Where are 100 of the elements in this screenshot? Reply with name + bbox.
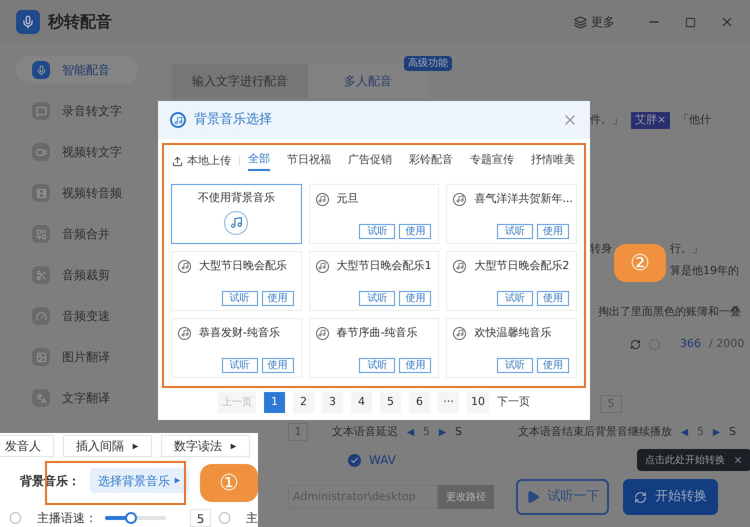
use-button[interactable]: 使用: [399, 291, 432, 306]
listen-button[interactable]: 试听: [359, 358, 396, 373]
editor-text: 件。」: [590, 112, 623, 128]
radio-button[interactable]: [10, 512, 21, 524]
music-card[interactable]: 欢快温馨纯音乐 试听 使用: [446, 318, 577, 378]
tail-unit: S: [728, 424, 736, 440]
more-button[interactable]: 更多: [574, 13, 615, 31]
change-path-button[interactable]: 更改路径: [438, 485, 494, 509]
mode-tab[interactable]: 输入文字进行配音: [172, 64, 308, 98]
category-tab[interactable]: 全部: [248, 150, 270, 172]
page-button[interactable]: 10: [467, 392, 489, 413]
sidebar-item[interactable]: 文字翻译: [16, 384, 138, 412]
listen-button[interactable]: 试听: [222, 358, 258, 373]
listen-button[interactable]: 试听: [497, 358, 533, 373]
toolbar-button[interactable]: 插入间隔: [63, 435, 152, 457]
listen-button[interactable]: 试听: [359, 224, 396, 239]
speed-slider[interactable]: [104, 512, 166, 524]
editor-text: 掏出了里面黑色的账簿和一叠: [598, 304, 742, 320]
page-button[interactable]: 6: [409, 392, 430, 413]
category-tab[interactable]: 节日祝福: [287, 150, 331, 172]
listen-button[interactable]: 试听: [497, 291, 533, 306]
speaker-tag[interactable]: 艾胖×: [631, 112, 670, 128]
next-label: 主: [246, 510, 258, 527]
caret-icon[interactable]: [230, 442, 237, 450]
music-card[interactable]: 大型节日晚会配乐2 试听 使用: [446, 251, 577, 311]
close-icon[interactable]: [720, 15, 734, 29]
sidebar-item[interactable]: 视频转文字: [16, 138, 138, 166]
select-music-button[interactable]: 选择背景音乐: [90, 468, 189, 493]
sidebar-item[interactable]: 录音转文字: [16, 97, 138, 125]
increase-icon[interactable]: [712, 428, 721, 436]
music-card[interactable]: 春节序曲-纯音乐 试听 使用: [308, 318, 440, 378]
sidebar-item[interactable]: 视频转音频: [16, 179, 138, 207]
listen-button[interactable]: 试听: [497, 224, 533, 239]
music-note-icon: [178, 326, 191, 340]
editor-text: 算是他19年的: [670, 263, 740, 279]
format-checkbox[interactable]: [348, 454, 361, 466]
listen-button[interactable]: 试听: [359, 291, 396, 306]
music-card[interactable]: 恭喜发财-纯音乐 试听 使用: [171, 318, 302, 378]
use-button[interactable]: 使用: [537, 358, 569, 373]
category-tab[interactable]: 抒情唯美: [531, 150, 575, 172]
decrease-icon[interactable]: [406, 428, 415, 436]
sidebar-item[interactable]: 图片翻译: [16, 343, 138, 371]
dialog-title: 背景音乐选择: [194, 111, 272, 130]
category-tab[interactable]: 专题宣传: [470, 150, 514, 172]
delay-value: 5: [423, 424, 430, 440]
use-button[interactable]: 使用: [262, 358, 294, 373]
sidebar-icon: [32, 389, 50, 407]
play-icon: [526, 490, 540, 504]
upload-icon: [172, 156, 183, 166]
music-note-icon: [316, 260, 329, 273]
page-button[interactable]: 5: [380, 392, 401, 413]
track-title: 大型节日晚会配乐2: [474, 258, 570, 274]
sidebar-icon: [32, 184, 50, 202]
music-note-icon: [453, 326, 466, 340]
music-note-icon: [453, 192, 466, 206]
track-title: 元旦: [336, 191, 359, 207]
start-convert-button[interactable]: 开始转换: [623, 479, 718, 515]
sidebar-item[interactable]: 音频变速: [16, 302, 138, 330]
local-upload-button[interactable]: 本地上传: [172, 152, 231, 170]
music-note-icon: [178, 260, 191, 273]
use-button[interactable]: 使用: [262, 291, 294, 306]
sidebar-item[interactable]: 音频裁剪: [16, 261, 138, 289]
use-button[interactable]: 使用: [537, 291, 569, 306]
maximize-icon[interactable]: [685, 16, 696, 28]
sidebar-item[interactable]: 音频合并: [16, 220, 138, 248]
music-card[interactable]: 不使用背景音乐: [171, 184, 302, 244]
decrease-icon[interactable]: [680, 428, 689, 436]
spinner-field[interactable]: 1: [288, 423, 308, 441]
page-button[interactable]: 4: [351, 392, 372, 413]
music-card[interactable]: 大型节日晚会配乐1 试听 使用: [308, 251, 440, 311]
use-button[interactable]: 使用: [399, 224, 432, 239]
sidebar-icon: [32, 266, 50, 284]
category-tab[interactable]: 彩铃配音: [409, 150, 453, 172]
radio-button[interactable]: [219, 512, 230, 524]
toolbar-button[interactable]: 数字读法: [161, 435, 250, 457]
convert-icon: [634, 490, 647, 504]
music-card[interactable]: 大型节日晚会配乐 试听 使用: [171, 251, 302, 311]
next-page-link[interactable]: 下一页: [497, 392, 530, 413]
music-card[interactable]: 喜气洋洋共贺新年... 试听 使用: [446, 184, 577, 244]
use-button[interactable]: 使用: [399, 358, 432, 373]
music-card[interactable]: 元旦 试听 使用: [308, 184, 440, 244]
caret-icon[interactable]: [132, 442, 139, 450]
undo-icon[interactable]: [630, 338, 641, 350]
feature-badge: 高级功能: [404, 56, 452, 71]
tooltip-text: 点击此处开始转换: [645, 454, 725, 468]
close-icon[interactable]: [733, 455, 743, 465]
increase-icon[interactable]: [438, 428, 447, 436]
slider-thumb[interactable]: [125, 512, 138, 524]
page-button[interactable]: ···: [438, 392, 459, 413]
page-button[interactable]: 1: [264, 392, 285, 413]
use-button[interactable]: 使用: [537, 224, 569, 239]
speed-label: 主播语速：: [36, 510, 97, 527]
toolbar-button[interactable]: 发音人: [0, 435, 54, 457]
sidebar-item[interactable]: 智能配音: [16, 56, 138, 84]
page-button[interactable]: 2: [293, 392, 314, 413]
page-button[interactable]: 3: [322, 392, 343, 413]
step-callout: ②: [614, 244, 666, 282]
category-tab[interactable]: 广告促销: [348, 150, 392, 172]
app-logo-icon: [16, 10, 40, 34]
listen-button[interactable]: 试听: [222, 291, 258, 306]
